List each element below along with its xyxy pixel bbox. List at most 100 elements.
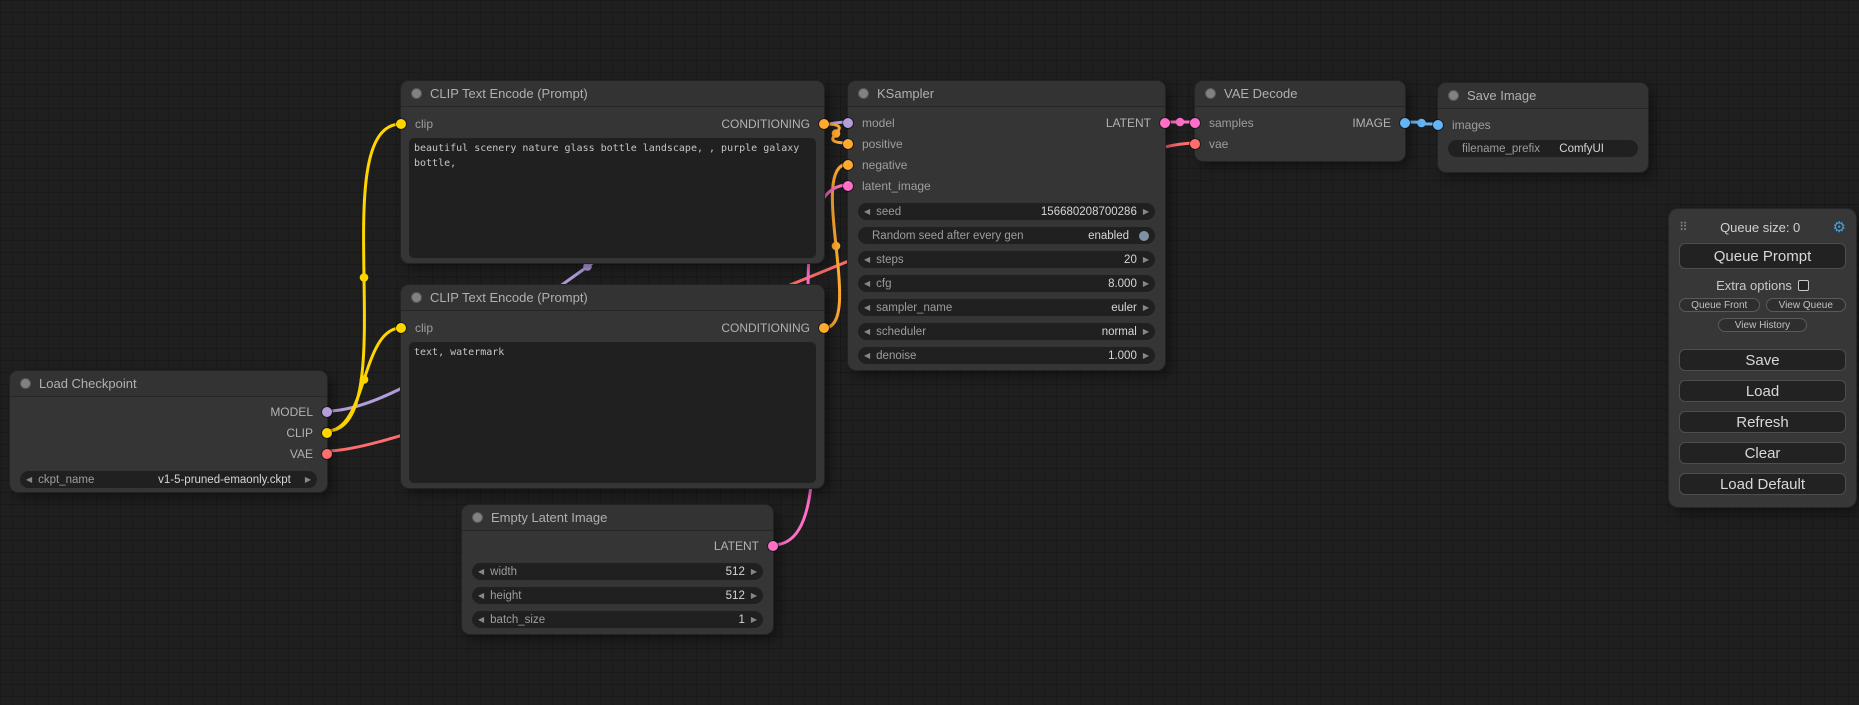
node-empty-latent-image[interactable]: Empty Latent Image LATENT ◀ width 512 ▶ … [462, 505, 773, 634]
port-conditioning-output[interactable] [819, 119, 829, 129]
settings-gear-icon[interactable]: ⚙ [1833, 218, 1846, 236]
toggle-dot[interactable] [1139, 231, 1149, 241]
node-load-checkpoint[interactable]: Load Checkpoint MODEL CLIP VAE ◀ ckpt_na… [10, 371, 327, 492]
node-vae-decode[interactable]: VAE Decode samples IMAGE vae [1195, 81, 1405, 161]
port-vae-output[interactable] [322, 449, 332, 459]
menu-header: ⠿ Queue size: 0 ⚙ [1679, 217, 1846, 237]
node-save-image[interactable]: Save Image images filename_prefix ComfyU… [1438, 83, 1648, 172]
widget-height[interactable]: ◀ height 512 ▶ [472, 587, 763, 604]
decrement-arrow-icon[interactable]: ◀ [864, 304, 870, 312]
queue-front-button[interactable]: Queue Front [1679, 298, 1760, 312]
collapse-dot[interactable] [858, 88, 869, 99]
widget-random-seed-toggle[interactable]: Random seed after every gen enabled [858, 227, 1155, 244]
widget-width[interactable]: ◀ width 512 ▶ [472, 563, 763, 580]
comfyui-canvas[interactable]: { "icons": { "left_arrow": "◀", "right_a… [0, 0, 1859, 705]
increment-arrow-icon[interactable]: ▶ [751, 592, 757, 600]
collapse-dot[interactable] [411, 292, 422, 303]
view-queue-button[interactable]: View Queue [1766, 298, 1847, 312]
widget-denoise[interactable]: ◀ denoise 1.000 ▶ [858, 347, 1155, 364]
port-conditioning-output[interactable] [819, 323, 829, 333]
port-model-input[interactable] [843, 118, 853, 128]
increment-arrow-icon[interactable]: ▶ [1143, 304, 1149, 312]
node-title: Save Image [1467, 88, 1536, 103]
port-negative-input[interactable] [843, 160, 853, 170]
node-title-bar[interactable]: Save Image [1438, 83, 1648, 109]
view-history-button[interactable]: View History [1718, 318, 1807, 332]
decrement-arrow-icon[interactable]: ◀ [26, 476, 32, 484]
queue-size-label: Queue size: 0 [1688, 220, 1833, 235]
node-title-bar[interactable]: CLIP Text Encode (Prompt) [401, 285, 824, 311]
node-title-bar[interactable]: KSampler [848, 81, 1165, 107]
node-title-bar[interactable]: VAE Decode [1195, 81, 1405, 107]
widget-ckpt-name[interactable]: ◀ ckpt_name v1-5-pruned-emaonly.ckpt ▶ [20, 471, 317, 488]
collapse-dot[interactable] [20, 378, 31, 389]
decrement-arrow-icon[interactable]: ◀ [864, 208, 870, 216]
increment-arrow-icon[interactable]: ▶ [1143, 328, 1149, 336]
queue-prompt-button[interactable]: Queue Prompt [1679, 243, 1846, 269]
port-clip-output[interactable] [322, 428, 332, 438]
port-row: images [1438, 114, 1648, 135]
node-title-bar[interactable]: Load Checkpoint [10, 371, 327, 397]
widget-scheduler[interactable]: ◀ scheduler normal ▶ [858, 323, 1155, 340]
node-title-bar[interactable]: CLIP Text Encode (Prompt) [401, 81, 824, 107]
increment-arrow-icon[interactable]: ▶ [1143, 280, 1149, 288]
refresh-button[interactable]: Refresh [1679, 411, 1846, 433]
decrement-arrow-icon[interactable]: ◀ [478, 616, 484, 624]
port-latent-output[interactable] [1160, 118, 1170, 128]
port-images-input[interactable] [1433, 120, 1443, 130]
node-ksampler[interactable]: KSampler model LATENT positive negative … [848, 81, 1165, 370]
positive-prompt-textarea[interactable]: beautiful scenery nature glass bottle la… [409, 138, 816, 258]
widget-steps[interactable]: ◀ steps 20 ▶ [858, 251, 1155, 268]
output-row: LATENT [462, 535, 773, 556]
port-row: clip CONDITIONING [401, 317, 824, 338]
collapse-dot[interactable] [1448, 90, 1459, 101]
decrement-arrow-icon[interactable]: ◀ [864, 352, 870, 360]
widget-cfg[interactable]: ◀ cfg 8.000 ▶ [858, 275, 1155, 292]
node-title: KSampler [877, 86, 934, 101]
widget-batch-size[interactable]: ◀ batch_size 1 ▶ [472, 611, 763, 628]
decrement-arrow-icon[interactable]: ◀ [864, 328, 870, 336]
port-positive-input[interactable] [843, 139, 853, 149]
load-button[interactable]: Load [1679, 380, 1846, 402]
port-model-output[interactable] [322, 407, 332, 417]
collapse-dot[interactable] [411, 88, 422, 99]
decrement-arrow-icon[interactable]: ◀ [478, 568, 484, 576]
increment-arrow-icon[interactable]: ▶ [751, 616, 757, 624]
increment-arrow-icon[interactable]: ▶ [751, 568, 757, 576]
menu-drag-handle-icon[interactable]: ⠿ [1679, 220, 1688, 234]
increment-arrow-icon[interactable]: ▶ [1143, 208, 1149, 216]
node-title: CLIP Text Encode (Prompt) [430, 290, 588, 305]
port-image-output[interactable] [1400, 118, 1410, 128]
node-title-bar[interactable]: Empty Latent Image [462, 505, 773, 531]
port-samples-input[interactable] [1190, 118, 1200, 128]
decrement-arrow-icon[interactable]: ◀ [864, 256, 870, 264]
extra-options-checkbox[interactable] [1798, 280, 1809, 291]
clear-button[interactable]: Clear [1679, 442, 1846, 464]
negative-prompt-textarea[interactable]: text, watermark [409, 342, 816, 483]
increment-arrow-icon[interactable]: ▶ [1143, 352, 1149, 360]
port-latent-image-input[interactable] [843, 181, 853, 191]
collapse-dot[interactable] [472, 512, 483, 523]
port-latent-output[interactable] [768, 541, 778, 551]
port-clip-input[interactable] [396, 119, 406, 129]
load-default-button[interactable]: Load Default [1679, 473, 1846, 495]
port-row: clip CONDITIONING [401, 113, 824, 134]
widget-sampler-name[interactable]: ◀ sampler_name euler ▶ [858, 299, 1155, 316]
decrement-arrow-icon[interactable]: ◀ [864, 280, 870, 288]
queue-buttons-row: Queue Front View Queue [1679, 298, 1846, 312]
decrement-arrow-icon[interactable]: ◀ [478, 592, 484, 600]
increment-arrow-icon[interactable]: ▶ [1143, 256, 1149, 264]
node-clip-text-encode-negative[interactable]: CLIP Text Encode (Prompt) clip CONDITION… [401, 285, 824, 488]
history-buttons-row: View History [1679, 318, 1846, 332]
increment-arrow-icon[interactable]: ▶ [305, 476, 311, 484]
port-clip-input[interactable] [396, 323, 406, 333]
port-vae-input[interactable] [1190, 139, 1200, 149]
widget-filename-prefix[interactable]: filename_prefix ComfyUI [1448, 140, 1638, 157]
collapse-dot[interactable] [1205, 88, 1216, 99]
widget-seed[interactable]: ◀ seed 156680208700286 ▶ [858, 203, 1155, 220]
node-title: Load Checkpoint [39, 376, 137, 391]
save-button[interactable]: Save [1679, 349, 1846, 371]
port-row: latent_image [848, 175, 1165, 196]
node-clip-text-encode-positive[interactable]: CLIP Text Encode (Prompt) clip CONDITION… [401, 81, 824, 263]
port-row: vae [1195, 133, 1405, 154]
